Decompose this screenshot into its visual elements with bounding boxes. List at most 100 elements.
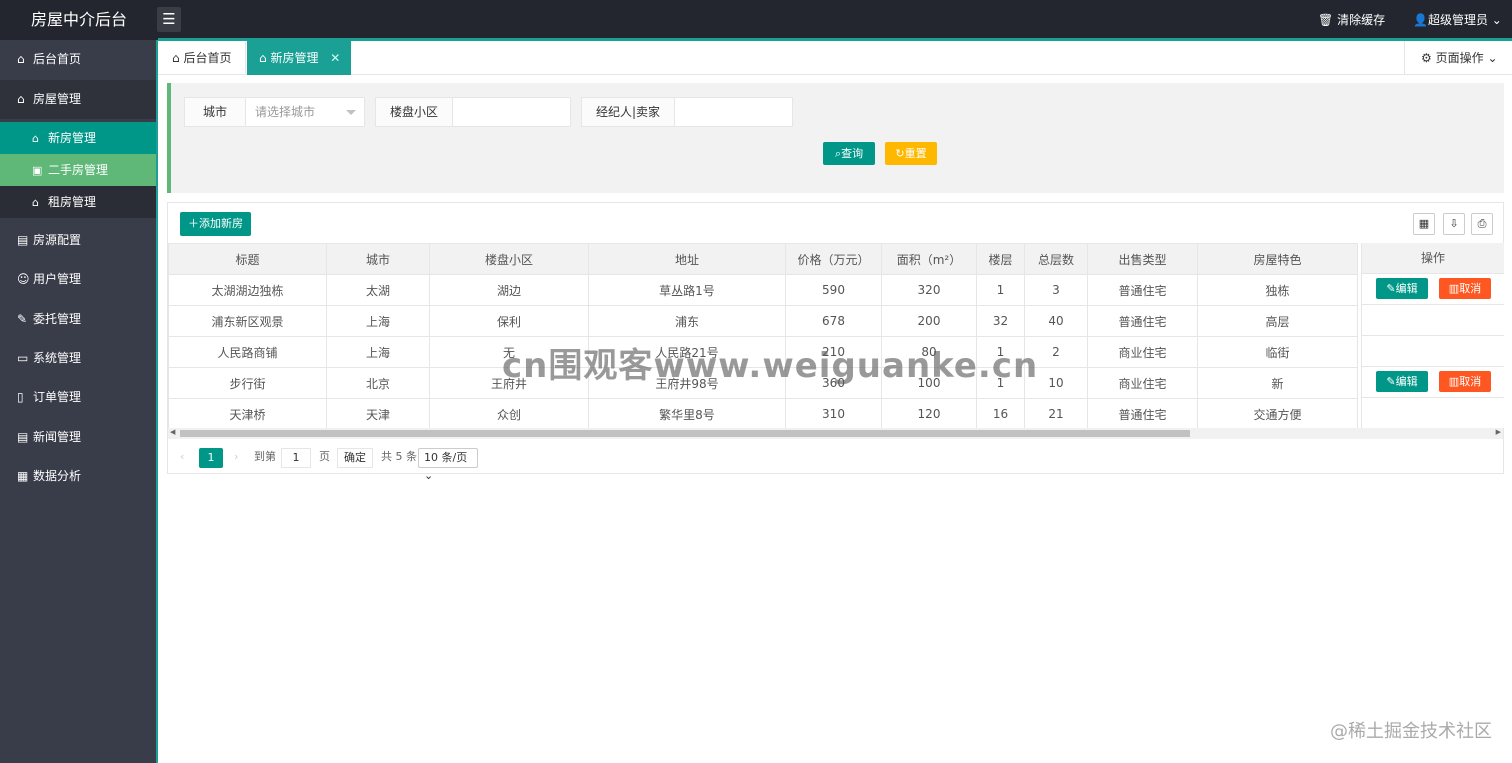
- clear-cache-button[interactable]: 🗑 清除缓存: [1318, 0, 1385, 40]
- tab-home[interactable]: ⌂ 后台首页: [158, 41, 246, 75]
- pencil-icon: ✎: [1386, 375, 1396, 388]
- tab-new-house[interactable]: ⌂ 新房管理 ✕: [247, 41, 351, 75]
- order-icon: ▯: [17, 390, 24, 404]
- col-header[interactable]: 出售类型: [1087, 243, 1198, 275]
- cell-estate: 众创: [429, 398, 589, 430]
- page-ops-label: 页面操作: [1435, 51, 1484, 65]
- sidebar-item-label: 房源配置: [33, 233, 82, 247]
- add-house-label: 添加新房: [199, 217, 243, 230]
- sidebar-item-label: 用户管理: [33, 272, 82, 286]
- sidebar-item-house[interactable]: ⌂ 房屋管理: [0, 80, 156, 119]
- agent-field[interactable]: 经纪人|卖家: [581, 97, 793, 127]
- sidebar-sub-label: 二手房管理: [48, 163, 109, 177]
- col-header[interactable]: 标题: [168, 243, 327, 275]
- trash-icon: ▥: [1448, 282, 1460, 295]
- add-house-button[interactable]: ＋添加新房: [180, 212, 251, 236]
- col-header[interactable]: 价格（万元）: [785, 243, 882, 275]
- sidebar-item-orders[interactable]: ▯ 订单管理: [0, 378, 156, 417]
- city-label: 城市: [185, 98, 246, 126]
- app-logo: 房屋中介后台: [30, 10, 127, 29]
- col-header[interactable]: 城市: [326, 243, 430, 275]
- cancel-button[interactable]: ▥取消: [1439, 371, 1491, 392]
- cell-area: 200: [881, 305, 977, 337]
- cell-sale-type: 普通住宅: [1087, 305, 1198, 337]
- col-header[interactable]: 房屋特色: [1197, 243, 1358, 275]
- sidebar: ⌂ 后台首页 ⌂ 房屋管理 ⌂ 新房管理 ▣ 二手房管理 ⌂ 租房管理 ▤ 房源配置 ☺ 用户…: [0, 40, 158, 763]
- sidebar-sub-rent[interactable]: ⌂ 租房管理: [0, 186, 156, 218]
- estate-input[interactable]: [453, 98, 570, 126]
- page-size-select[interactable]: 10 条/页 ⌄: [418, 448, 478, 482]
- col-header[interactable]: 地址: [588, 243, 786, 275]
- edit-button[interactable]: ✎编辑: [1376, 371, 1428, 392]
- edit-button[interactable]: ✎编辑: [1376, 278, 1428, 299]
- scroll-right-icon[interactable]: ▶: [1496, 428, 1501, 436]
- col-header[interactable]: 总层数: [1024, 243, 1088, 275]
- sidebar-item-news[interactable]: ▤ 新闻管理: [0, 418, 156, 457]
- export-icon[interactable]: ⇩: [1443, 213, 1465, 235]
- delegate-icon: ✎: [17, 312, 28, 326]
- sidebar-sub-new-house[interactable]: ⌂ 新房管理: [0, 122, 156, 154]
- query-label: 查询: [841, 147, 864, 160]
- col-header[interactable]: 楼层: [976, 243, 1025, 275]
- sidebar-item-system[interactable]: ▭ 系统管理: [0, 339, 156, 378]
- goto-input[interactable]: 1: [281, 448, 311, 468]
- cell-price: 590: [785, 274, 882, 306]
- columns-icon[interactable]: ▦: [1413, 213, 1435, 235]
- goto-ok-button[interactable]: 确定: [337, 448, 373, 468]
- cell-city: 上海: [326, 336, 430, 368]
- home-icon: ⌂: [259, 51, 267, 65]
- scroll-left-icon[interactable]: ◀: [170, 428, 175, 436]
- col-header[interactable]: 面积（m²）: [881, 243, 977, 275]
- watermark: cn围观客www.weiguanke.cn: [502, 346, 1039, 386]
- next-page-icon[interactable]: ›: [234, 441, 238, 473]
- cell-price: 678: [785, 305, 882, 337]
- trash-icon: 🗑: [1318, 13, 1334, 27]
- city-field[interactable]: 城市 请选择城市: [184, 97, 365, 127]
- cell-floor: 16: [976, 398, 1025, 430]
- cancel-label: 取消: [1459, 282, 1482, 295]
- table-row[interactable]: 太湖湖边独栋 太湖 湖边 草丛路1号 590 320 1 3 普通住宅 独栋: [168, 274, 1358, 306]
- cancel-button[interactable]: ▥取消: [1439, 278, 1491, 299]
- sidebar-sub-second-hand[interactable]: ▣ 二手房管理: [0, 154, 156, 186]
- table-row[interactable]: 浦东新区观景 上海 保利 浦东 678 200 32 40 普通住宅 高层: [168, 305, 1358, 337]
- page-current[interactable]: 1: [199, 448, 223, 468]
- estate-field[interactable]: 楼盘小区: [375, 97, 571, 127]
- sidebar-item-analytics[interactable]: ▦ 数据分析: [0, 457, 156, 496]
- user-menu[interactable]: 👤超级管理员 ⌄: [1413, 0, 1502, 40]
- config-icon: ▤: [17, 233, 29, 247]
- cell-estate: 湖边: [429, 274, 589, 306]
- close-icon[interactable]: ✕: [330, 51, 340, 65]
- house-icon: ⌂: [32, 196, 39, 209]
- cell-total-floors: 3: [1024, 274, 1088, 306]
- sidebar-item-delegate[interactable]: ✎ 委托管理: [0, 300, 156, 339]
- sidebar-item-home[interactable]: ⌂ 后台首页: [0, 40, 156, 79]
- sidebar-item-label: 数据分析: [33, 469, 82, 483]
- prev-page-icon[interactable]: ‹: [180, 441, 184, 473]
- print-icon[interactable]: ⎙: [1471, 213, 1493, 235]
- sidebar-item-label: 订单管理: [33, 390, 82, 404]
- agent-input[interactable]: [675, 98, 792, 126]
- cell-address: 繁华里8号: [588, 398, 786, 430]
- col-header[interactable]: 楼盘小区: [429, 243, 589, 275]
- pencil-icon: ✎: [1386, 282, 1396, 295]
- sidebar-item-config[interactable]: ▤ 房源配置: [0, 221, 156, 260]
- reset-label: 重置: [904, 147, 927, 160]
- page-ops-dropdown[interactable]: ⚙ 页面操作 ⌄: [1404, 41, 1512, 75]
- cell-floor: 1: [976, 274, 1025, 306]
- cell-address: 浦东: [588, 305, 786, 337]
- sidebar-sub-label: 租房管理: [48, 195, 97, 209]
- cell-price: 310: [785, 398, 882, 430]
- house-table: 标题 城市 楼盘小区 地址 价格（万元） 面积（m²） 楼层 总层数 出售类型 …: [168, 243, 1358, 430]
- sidebar-item-label: 委托管理: [33, 312, 82, 326]
- cell-title: 天津桥: [168, 398, 327, 430]
- scrollbar-thumb[interactable]: [180, 430, 1190, 437]
- horizontal-scrollbar[interactable]: ◀ ▶: [168, 428, 1503, 439]
- table-row[interactable]: 天津桥 天津 众创 繁华里8号 310 120 16 21 普通住宅 交通方便: [168, 398, 1358, 430]
- query-button[interactable]: ⌕查询: [823, 142, 875, 165]
- sidebar-item-users[interactable]: ☺ 用户管理: [0, 260, 156, 299]
- user-icon: 👤: [1413, 13, 1428, 27]
- hamburger-icon[interactable]: ☰: [157, 7, 181, 32]
- refresh-icon: ↻: [895, 147, 905, 160]
- reset-button[interactable]: ↻重置: [885, 142, 937, 165]
- sidebar-sub-label: 新房管理: [48, 131, 97, 145]
